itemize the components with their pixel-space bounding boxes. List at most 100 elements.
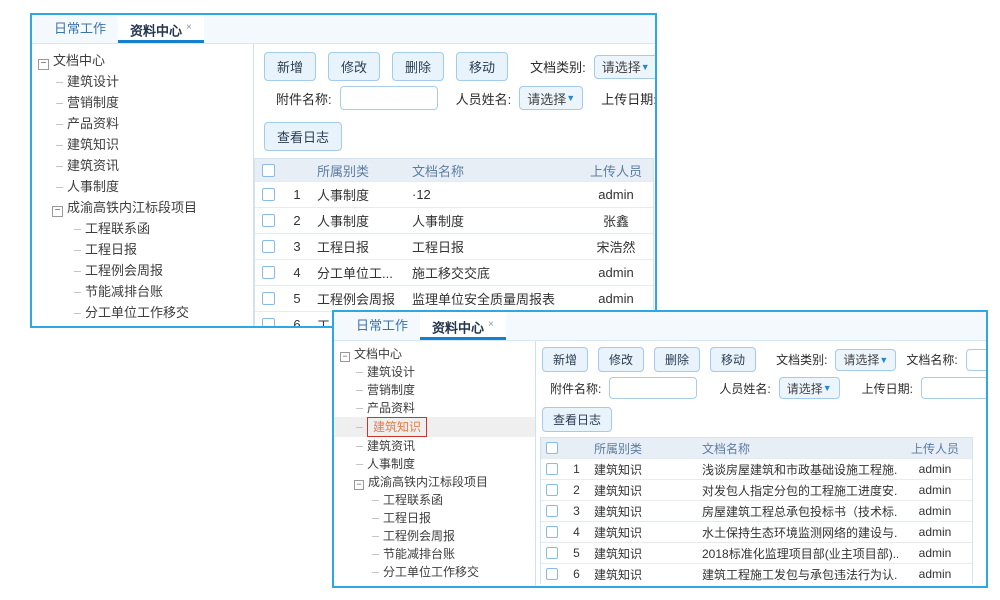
cell-doc-name[interactable]: 对发包人指定分包的工程施工进度安... [698, 482, 898, 499]
add-button[interactable]: 新增 [264, 52, 316, 81]
view-log-button[interactable]: 查看日志 [264, 122, 342, 151]
row-checkbox[interactable] [546, 463, 558, 475]
doc-category-label: 文档类别: [530, 57, 586, 76]
row-checkbox[interactable] [262, 240, 275, 253]
view-log-button[interactable]: 查看日志 [542, 407, 612, 432]
tree-node-root[interactable]: −文档中心 [32, 50, 253, 71]
cell-uploader: admin [898, 567, 972, 581]
tree-node[interactable]: 建筑设计 [32, 71, 253, 92]
person-name-select[interactable]: 请选择▼ [779, 377, 840, 399]
tree-node[interactable]: 建筑设计 [334, 363, 535, 381]
tree-node[interactable]: 节能减排台账 [334, 545, 535, 563]
attachment-name-label: 附件名称: [276, 89, 332, 108]
tree-node[interactable]: 工程日报 [32, 239, 253, 260]
cell-doc-name[interactable]: 水土保持生态环境监测网络的建设与... [698, 524, 898, 541]
cell-doc-name[interactable]: 人事制度 [408, 211, 579, 230]
tree-node[interactable]: 产品资料 [334, 399, 535, 417]
select-all-checkbox[interactable] [262, 164, 275, 177]
row-checkbox[interactable] [262, 188, 275, 201]
collapse-icon[interactable]: − [52, 206, 63, 217]
cell-doc-name[interactable]: 浅谈房屋建筑和市政基础设施工程施... [698, 461, 898, 478]
row-checkbox[interactable] [262, 214, 275, 227]
person-name-select[interactable]: 请选择▼ [519, 86, 583, 110]
table-row: 4分工单位工...施工移交交底admin [255, 259, 653, 285]
table-row: 1建筑知识浅谈房屋建筑和市政基础设施工程施...admin [541, 458, 972, 479]
doc-category-select[interactable]: 请选择▼ [835, 349, 896, 371]
doc-name-label: 文档名称: [906, 351, 957, 368]
doc-category-select[interactable]: 请选择▼ [594, 55, 655, 79]
close-tab-icon[interactable]: × [488, 319, 494, 330]
tree-node[interactable]: 人事制度 [32, 176, 253, 197]
tab-daily-work[interactable]: 日常工作 [42, 15, 118, 43]
tree-node-root[interactable]: −文档中心 [334, 345, 535, 363]
row-index: 1 [281, 187, 313, 202]
attachment-name-input[interactable] [609, 377, 697, 399]
tree-node[interactable]: 营销制度 [32, 92, 253, 113]
cell-doc-name[interactable]: 施工移交交底 [408, 263, 579, 282]
row-checkbox[interactable] [262, 266, 275, 279]
row-checkbox[interactable] [262, 292, 275, 305]
tree-node[interactable]: 分工单位工作移交 [334, 563, 535, 581]
table-row: 3工程日报工程日报宋浩然 [255, 233, 653, 259]
upload-date-input[interactable] [921, 377, 986, 399]
tree-node[interactable]: 工程例会周报 [32, 260, 253, 281]
collapse-icon[interactable]: − [340, 352, 350, 362]
tree-node[interactable]: 分工单位工作移交 [32, 302, 253, 323]
row-checkbox[interactable] [546, 526, 558, 538]
cell-doc-name[interactable]: 2018标准化监理项目部(业主项目部)... [698, 545, 898, 562]
row-checkbox[interactable] [546, 484, 558, 496]
tree-node[interactable]: 产品资料 [32, 113, 253, 134]
table-row: 6建筑知识建筑工程施工发包与承包违法行为认...admin [541, 563, 972, 584]
attachment-name-input[interactable] [340, 86, 438, 110]
document-panel: 新增 修改 删除 移动 文档类别: 请选择▼ 文档名称: 附件名称: 人员姓名:… [536, 341, 986, 586]
collapse-icon[interactable]: − [38, 59, 49, 70]
tab-daily-work[interactable]: 日常工作 [344, 312, 420, 340]
row-index: 3 [281, 239, 313, 254]
tree-node[interactable]: 工程日报 [334, 509, 535, 527]
tree-node[interactable]: 建筑资讯 [334, 437, 535, 455]
cell-category: 建筑知识 [590, 461, 698, 478]
table-row: 2建筑知识对发包人指定分包的工程施工进度安...admin [541, 479, 972, 500]
cell-doc-name[interactable]: 房屋建筑工程总承包投标书（技术标... [698, 503, 898, 520]
tree-node[interactable]: 工程例会周报 [334, 527, 535, 545]
collapse-icon[interactable]: − [354, 480, 364, 490]
cell-uploader: admin [898, 504, 972, 518]
row-checkbox[interactable] [546, 547, 558, 559]
tree-node[interactable]: 工程联系函 [334, 491, 535, 509]
row-checkbox[interactable] [546, 568, 558, 580]
tab-data-center[interactable]: 资料中心× [118, 15, 204, 43]
cell-doc-name[interactable]: 监理单位安全质量周报表 [408, 289, 579, 308]
cell-doc-name[interactable]: ·12 [408, 187, 579, 202]
tree-node[interactable]: 营销制度 [334, 381, 535, 399]
edit-button[interactable]: 修改 [328, 52, 380, 81]
move-button[interactable]: 移动 [456, 52, 508, 81]
tree-node[interactable]: 人事制度 [334, 455, 535, 473]
delete-button[interactable]: 删除 [392, 52, 444, 81]
doc-name-input[interactable] [966, 349, 986, 371]
cell-uploader: admin [579, 187, 653, 202]
tab-data-center[interactable]: 资料中心× [420, 312, 506, 340]
row-checkbox[interactable] [262, 318, 275, 326]
add-button[interactable]: 新增 [542, 347, 588, 372]
cell-doc-name[interactable]: 工程日报 [408, 237, 579, 256]
select-all-checkbox[interactable] [546, 442, 558, 454]
tree-node-project[interactable]: −成渝高铁内江标段项目 [334, 473, 535, 491]
tree-node[interactable]: 节能减排台账 [32, 281, 253, 302]
tree-node[interactable]: 工程联系函 [32, 218, 253, 239]
move-button[interactable]: 移动 [710, 347, 756, 372]
delete-button[interactable]: 删除 [654, 347, 700, 372]
row-checkbox[interactable] [546, 505, 558, 517]
cell-category: 建筑知识 [590, 524, 698, 541]
tree-node[interactable]: 建筑资讯 [32, 155, 253, 176]
tree-node-selected[interactable]: 建筑知识 [334, 417, 535, 437]
close-tab-icon[interactable]: × [186, 22, 192, 33]
tree-node-project[interactable]: −成渝高铁内江标段项目 [32, 197, 253, 218]
tree-node[interactable]: 建筑知识 [32, 134, 253, 155]
row-index: 5 [281, 291, 313, 306]
window-data-center-back: 日常工作 资料中心× −文档中心 建筑设计 营销制度 产品资料 建筑知识 建筑资… [30, 13, 657, 328]
edit-button[interactable]: 修改 [598, 347, 644, 372]
cell-doc-name[interactable]: 建筑工程施工发包与承包违法行为认... [698, 566, 898, 583]
row-index: 5 [563, 546, 590, 560]
row-index: 6 [281, 317, 313, 326]
chevron-down-icon: ▼ [566, 93, 575, 103]
